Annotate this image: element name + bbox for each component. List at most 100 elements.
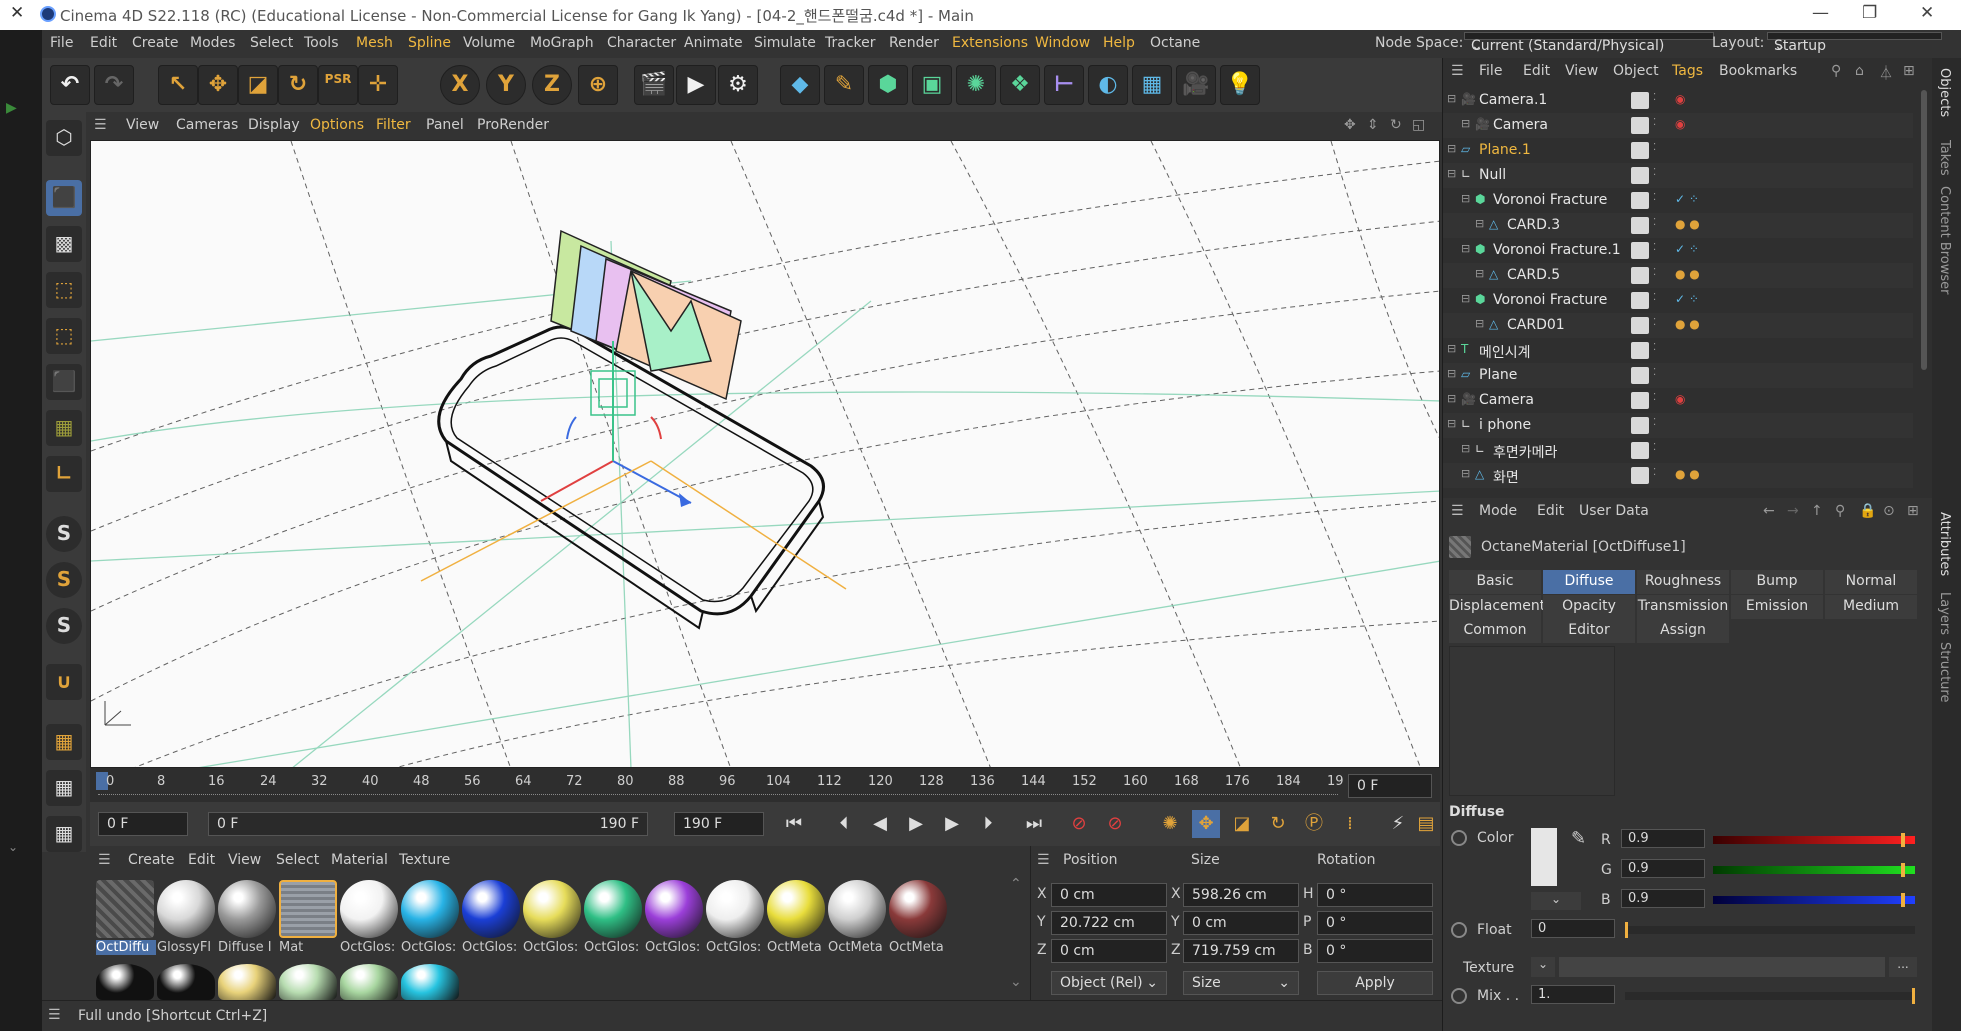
visibility-dots-icon[interactable]: ⁚ bbox=[1653, 367, 1656, 378]
search-icon[interactable]: ⚲ bbox=[1835, 503, 1845, 519]
status-menu-icon[interactable]: ☰ bbox=[48, 1007, 61, 1023]
side-tab-layers[interactable]: Layers bbox=[1937, 592, 1952, 635]
material-label[interactable]: OctMeta bbox=[828, 940, 888, 955]
object-row[interactable]: ⊟ 🎥 Camera ⁚ ◉ bbox=[1443, 113, 1913, 138]
r-field[interactable]: 0.9 bbox=[1621, 829, 1705, 848]
tab-opacity[interactable]: Opacity bbox=[1543, 595, 1635, 619]
current-frame-field[interactable]: 0 F bbox=[1348, 774, 1432, 798]
layer-icon[interactable] bbox=[1631, 417, 1649, 434]
object-menu-tags[interactable]: Tags bbox=[1672, 63, 1703, 79]
expand-icon[interactable]: ⊟ bbox=[1475, 317, 1484, 330]
material-label[interactable]: OctGlos: bbox=[706, 940, 766, 955]
g-slider[interactable] bbox=[1713, 866, 1915, 874]
material-swatch[interactable] bbox=[401, 880, 459, 938]
object-name[interactable]: i phone bbox=[1479, 417, 1531, 433]
material-swatch[interactable] bbox=[706, 880, 764, 938]
deformer-icon[interactable]: ⊢ bbox=[1044, 65, 1084, 105]
menu-file[interactable]: File bbox=[50, 35, 73, 51]
material-menu-create[interactable]: Create bbox=[128, 852, 175, 868]
material-swatch[interactable] bbox=[645, 880, 703, 938]
restore-button[interactable]: ❐ bbox=[1862, 3, 1877, 23]
tab-editor[interactable]: Editor bbox=[1543, 619, 1635, 643]
select-tool-icon[interactable]: ↖ bbox=[158, 65, 198, 105]
snap-settings-icon[interactable]: S bbox=[46, 562, 82, 598]
tab-common[interactable]: Common bbox=[1449, 619, 1541, 643]
visibility-dots-icon[interactable]: ⁚ bbox=[1653, 417, 1656, 428]
expand-icon[interactable]: ⊟ bbox=[1461, 117, 1470, 130]
material-swatch[interactable] bbox=[584, 880, 642, 938]
material-label[interactable]: Mat bbox=[279, 940, 339, 955]
new-panel-icon[interactable]: ⊞ bbox=[1903, 63, 1915, 79]
expand-icon[interactable]: ⊟ bbox=[1461, 442, 1470, 455]
layer-icon[interactable] bbox=[1631, 142, 1649, 159]
visibility-dots-icon[interactable]: ⁚ bbox=[1653, 242, 1656, 253]
key-scale-icon[interactable]: ◪ bbox=[1228, 810, 1256, 838]
expand-icon[interactable]: ⊟ bbox=[1475, 217, 1484, 230]
layer-icon[interactable] bbox=[1631, 317, 1649, 334]
visibility-dots-icon[interactable]: ⁚ bbox=[1653, 92, 1656, 103]
side-tab-structure[interactable]: Structure bbox=[1937, 642, 1952, 702]
layer-icon[interactable] bbox=[1631, 342, 1649, 359]
material-label[interactable]: OctGlos: bbox=[645, 940, 705, 955]
b-field[interactable]: 0.9 bbox=[1621, 889, 1705, 908]
object-menu-view[interactable]: View bbox=[1565, 63, 1598, 79]
object-name[interactable]: Voronoi Fracture bbox=[1493, 292, 1607, 308]
material-label[interactable]: OctGlos: bbox=[462, 940, 522, 955]
timeline-ruler[interactable]: 0 8 16 24 32 40 48 56 64 72 80 88 96 104… bbox=[90, 768, 1440, 802]
coord-mode-select[interactable]: Object (Rel) ⌄ bbox=[1051, 971, 1167, 995]
tab-basic[interactable]: Basic bbox=[1449, 570, 1541, 594]
visibility-dots-icon[interactable]: ⁚ bbox=[1653, 217, 1656, 228]
go-to-end-icon[interactable]: ⏭ bbox=[1020, 810, 1048, 838]
material-label[interactable]: OctGlos: bbox=[340, 940, 400, 955]
object-row[interactable]: ⊟ ▱ Plane.1 ⁚ bbox=[1443, 138, 1913, 163]
layer-icon[interactable] bbox=[1631, 267, 1649, 284]
home-icon[interactable]: ⌂ bbox=[1855, 63, 1864, 79]
object-name[interactable]: Plane bbox=[1479, 367, 1517, 383]
menu-select[interactable]: Select bbox=[250, 35, 293, 51]
size-mode-select[interactable]: Size ⌄ bbox=[1183, 971, 1299, 995]
material-tag-icon[interactable]: ● ● bbox=[1675, 467, 1700, 481]
visibility-dots-icon[interactable]: ⁚ bbox=[1653, 142, 1656, 153]
object-row[interactable]: ⊟ 🎥 Camera ⁚ ◉ bbox=[1443, 388, 1913, 413]
g-slider-handle[interactable] bbox=[1901, 863, 1905, 877]
material-tag-icon[interactable]: ● ● bbox=[1675, 317, 1700, 331]
object-menu-edit[interactable]: Edit bbox=[1523, 63, 1550, 79]
object-row[interactable]: ⊟ ⬢ Voronoi Fracture ⁚ ✓ ⁘ bbox=[1443, 288, 1913, 313]
rotate-tool-icon[interactable]: ↻ bbox=[278, 65, 318, 105]
undo-button[interactable]: ↶ bbox=[50, 65, 90, 105]
material-label[interactable]: OctGlos: bbox=[401, 940, 461, 955]
object-row[interactable]: ⊟ T 메인시계 ⁚ bbox=[1443, 338, 1913, 363]
visibility-dots-icon[interactable]: ⁚ bbox=[1653, 267, 1656, 278]
material-label[interactable]: OctGlos: bbox=[584, 940, 644, 955]
polygons-mode-icon[interactable]: ⬛ bbox=[46, 364, 82, 400]
visibility-dots-icon[interactable]: ⁚ bbox=[1653, 117, 1656, 128]
apply-button[interactable]: Apply bbox=[1317, 971, 1433, 995]
menu-spline[interactable]: Spline bbox=[408, 35, 451, 51]
pos-x-field[interactable]: 0 cm bbox=[1051, 883, 1167, 907]
material-swatch[interactable] bbox=[96, 880, 154, 938]
object-menu-bookmarks[interactable]: Bookmarks bbox=[1719, 63, 1797, 79]
tab-normal[interactable]: Normal bbox=[1825, 570, 1917, 594]
object-row[interactable]: ⊟ ⬢ Voronoi Fracture.1 ⁚ ✓ ⁘ bbox=[1443, 238, 1913, 263]
chevron-down-icon[interactable]: ⌄ bbox=[8, 840, 18, 854]
grid-settings-icon[interactable]: ▦ bbox=[46, 816, 82, 852]
visibility-dots-icon[interactable]: ⁚ bbox=[1653, 292, 1656, 303]
cloner-icon[interactable]: ✺ bbox=[956, 65, 996, 105]
menu-mograph[interactable]: MoGraph bbox=[530, 35, 594, 51]
side-tab-objects[interactable]: Objects bbox=[1937, 68, 1952, 117]
side-tab-attributes[interactable]: Attributes bbox=[1937, 512, 1952, 576]
key-param-icon[interactable]: Ⓟ bbox=[1300, 810, 1328, 838]
attribute-menu-icon[interactable]: ☰ bbox=[1451, 503, 1464, 519]
timeline-window-icon[interactable]: ▤ bbox=[1412, 810, 1440, 838]
menu-help[interactable]: Help bbox=[1103, 35, 1135, 51]
material-swatch[interactable] bbox=[889, 880, 947, 938]
light-tool-icon[interactable]: 💡 bbox=[1220, 65, 1260, 105]
menu-animate[interactable]: Animate bbox=[684, 35, 743, 51]
menu-volume[interactable]: Volume bbox=[463, 35, 515, 51]
material-swatch[interactable] bbox=[218, 880, 276, 938]
material-menu-material[interactable]: Material bbox=[331, 852, 388, 868]
cube-primitive-icon[interactable]: ◆ bbox=[780, 65, 820, 105]
layer-icon[interactable] bbox=[1631, 367, 1649, 384]
snap-icon[interactable]: S bbox=[46, 516, 82, 552]
material-swatch[interactable] bbox=[523, 880, 581, 938]
